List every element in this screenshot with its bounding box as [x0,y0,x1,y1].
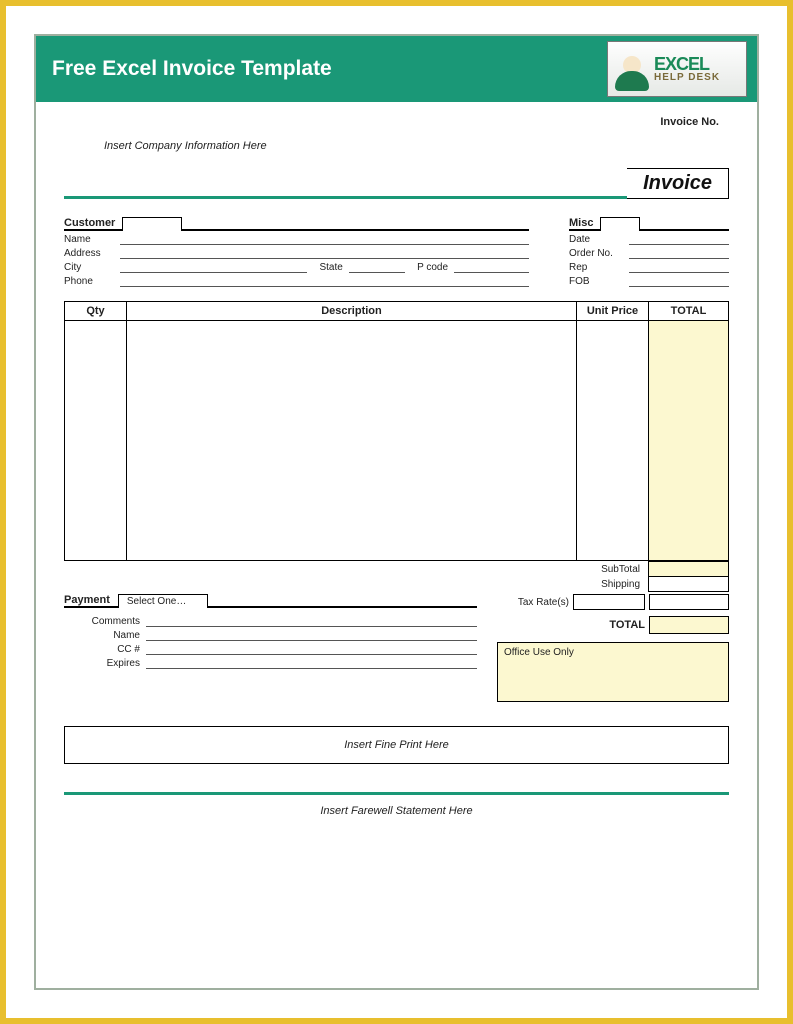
tax-row: Tax Rate(s) [497,594,729,610]
logo: EXCEL HELP DESK [607,41,747,97]
office-use-box[interactable]: Office Use Only [497,642,729,702]
tax-rate-field[interactable] [573,594,645,610]
customer-phone-label: Phone [64,276,114,287]
customer-city-label: City [64,262,114,273]
customer-heading: Customer [64,217,123,231]
misc-date-label: Date [569,234,623,245]
customer-state-field[interactable] [349,263,405,273]
customer-state-label: State [319,262,342,273]
misc-tab [600,217,640,231]
fine-print-box[interactable]: Insert Fine Print Here [64,726,729,764]
payment-block: Payment Select One… Comments Name CC # E… [64,594,477,702]
customer-address-field[interactable] [120,249,529,259]
misc-heading: Misc [569,217,601,231]
payment-select[interactable]: Select One… [118,594,208,608]
heading-box: Invoice [627,168,729,199]
col-unitprice-header: Unit Price [577,302,649,321]
misc-fob-label: FOB [569,276,623,287]
subtotal-label: SubTotal [595,562,648,577]
content: Insert Company Information Here Invoice … [36,102,757,988]
payment-expires-label: Expires [84,658,140,669]
company-info-placeholder[interactable]: Insert Company Information Here [104,140,267,152]
subtotal-table: SubTotal Shipping [595,561,729,592]
cell-total[interactable] [649,321,729,561]
customer-block: Customer Name Address City State P code … [64,217,529,287]
customer-name-label: Name [64,234,114,245]
outer-frame: Free Excel Invoice Template EXCEL HELP D… [0,0,793,1024]
payment-name-label: Name [84,630,140,641]
payment-expires-field[interactable] [146,659,477,669]
col-description-header: Description [127,302,577,321]
payment-comments-field[interactable] [146,617,477,627]
cell-description[interactable] [127,321,577,561]
misc-orderno-label: Order No. [569,248,623,259]
misc-orderno-field[interactable] [629,249,729,259]
payment-name-field[interactable] [146,631,477,641]
tax-label: Tax Rate(s) [518,597,569,608]
shipping-label: Shipping [595,577,648,592]
farewell-statement[interactable]: Insert Farewell Statement Here [64,805,729,817]
payment-heading: Payment [64,594,118,608]
grand-total-value[interactable] [649,616,729,634]
payment-comments-label: Comments [84,616,140,627]
col-total-header: TOTAL [649,302,729,321]
customer-phone-field[interactable] [120,277,529,287]
bottom-rule [64,792,729,795]
customer-pcode-label: P code [417,262,448,273]
cell-unitprice[interactable] [577,321,649,561]
customer-pcode-field[interactable] [454,263,529,273]
misc-fob-field[interactable] [629,277,729,287]
logo-word: EXCEL [654,55,720,73]
col-qty-header: Qty [65,302,127,321]
heading-rule [64,196,628,199]
banner-title: Free Excel Invoice Template [52,57,332,81]
misc-date-field[interactable] [629,235,729,245]
line-items-table: Qty Description Unit Price TOTAL [64,301,729,561]
grand-total-row: TOTAL [497,616,729,634]
payment-cc-field[interactable] [146,645,477,655]
misc-block: Misc Date Order No. Rep FOB [569,217,729,287]
invoice-number-label: Invoice No. [660,116,719,128]
shipping-value[interactable] [649,577,729,592]
heading-row: Invoice [64,168,729,199]
page: Free Excel Invoice Template EXCEL HELP D… [34,34,759,990]
table-row[interactable] [65,321,729,561]
banner: Free Excel Invoice Template EXCEL HELP D… [36,36,757,102]
subtotal-value[interactable] [649,562,729,577]
customer-city-field[interactable] [120,263,307,273]
logo-avatar-icon [614,47,650,91]
cell-qty[interactable] [65,321,127,561]
logo-text: EXCEL HELP DESK [654,55,720,83]
customer-tab [122,217,182,231]
misc-rep-label: Rep [569,262,623,273]
tax-amount-field[interactable] [649,594,729,610]
customer-name-field[interactable] [120,235,529,245]
office-use-label: Office Use Only [504,647,574,658]
misc-rep-field[interactable] [629,263,729,273]
grand-total-label: TOTAL [609,619,645,631]
customer-address-label: Address [64,248,114,259]
payment-cc-label: CC # [84,644,140,655]
invoice-no-text: Invoice No. [660,116,719,128]
logo-subtitle: HELP DESK [654,73,720,83]
